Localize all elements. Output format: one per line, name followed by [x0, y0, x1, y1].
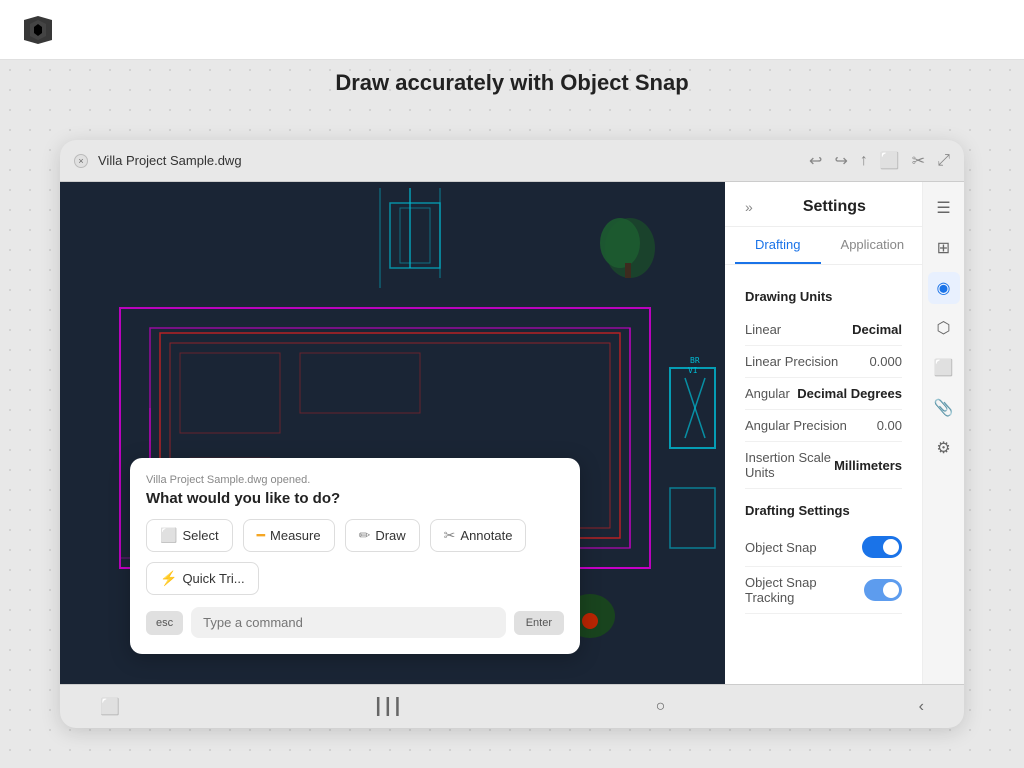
- layers-icon[interactable]: ⬡: [928, 312, 960, 344]
- circle-icon[interactable]: ○: [656, 698, 666, 716]
- quicktrim-icon: ⚡: [160, 570, 177, 587]
- popup-question: What would you like to do?: [146, 490, 564, 507]
- insertion-scale-row: Insertion Scale Units Millimeters: [745, 442, 902, 489]
- linear-value: Decimal: [852, 322, 902, 337]
- close-button[interactable]: ×: [74, 154, 88, 168]
- linear-label: Linear: [745, 322, 781, 337]
- page-title: Draw accurately with Object Snap: [0, 70, 1024, 96]
- back-icon[interactable]: ‹: [919, 698, 924, 716]
- angular-label: Angular: [745, 386, 790, 401]
- list-icon[interactable]: ☰: [928, 192, 960, 224]
- object-snap-tracking-toggle[interactable]: [864, 579, 902, 601]
- drafting-settings-title: Drafting Settings: [745, 503, 902, 518]
- card-content: LIVING ROOM 25'0"x15'0" BR VI: [60, 182, 964, 684]
- angular-precision-value: 0.00: [877, 418, 902, 433]
- measure-button[interactable]: ━ Measure: [243, 519, 335, 552]
- toolbar-icons: ↩ ↪ ↑ ⬜ ✂ ⤢: [809, 151, 950, 171]
- settings-title: Settings: [767, 198, 902, 216]
- draw-icon: ✏: [359, 527, 371, 544]
- card-filename: Villa Project Sample.dwg: [98, 153, 242, 168]
- linear-precision-value: 0.000: [869, 354, 902, 369]
- annotate-icon: ✂: [444, 527, 456, 544]
- save-icon[interactable]: ⬜: [880, 151, 900, 171]
- collapse-icon[interactable]: »: [745, 199, 753, 215]
- linear-precision-row: Linear Precision 0.000: [745, 346, 902, 378]
- crop-icon[interactable]: ✂: [912, 151, 925, 171]
- object-snap-row: Object Snap: [745, 528, 902, 567]
- quicktrim-label: Quick Tri...: [182, 571, 244, 586]
- undo-icon[interactable]: ↩: [809, 151, 822, 171]
- object-snap-toggle[interactable]: [862, 536, 902, 558]
- shapes-icon[interactable]: ⬜: [928, 352, 960, 384]
- popup-filename: Villa Project Sample.dwg opened.: [146, 474, 564, 486]
- autodesk-logo-icon: [20, 12, 56, 48]
- select-label: Select: [182, 528, 218, 543]
- enter-button[interactable]: Enter: [514, 611, 564, 635]
- select-button[interactable]: ⬜ Select: [146, 519, 233, 552]
- gear-icon[interactable]: ⚙: [928, 432, 960, 464]
- grid-icon[interactable]: ⊞: [928, 232, 960, 264]
- object-snap-label: Object Snap: [745, 540, 817, 555]
- right-sidebar: ☰ ⊞ ◉ ⬡ ⬜ 📎 ⚙: [922, 182, 964, 684]
- command-input[interactable]: [191, 607, 506, 638]
- angular-row: Angular Decimal Degrees: [745, 378, 902, 410]
- fullscreen-icon[interactable]: ⤢: [937, 152, 950, 170]
- settings-tabs: Drafting Application: [725, 227, 922, 265]
- quicktrim-button[interactable]: ⚡ Quick Tri...: [146, 562, 259, 595]
- drawing-units-title: Drawing Units: [745, 289, 902, 304]
- command-input-row: esc Enter: [146, 607, 564, 638]
- esc-button[interactable]: esc: [146, 611, 183, 635]
- settings-header: » Settings: [725, 182, 922, 227]
- eye-icon[interactable]: ◉: [928, 272, 960, 304]
- settings-body: Drawing Units Linear Decimal Linear Prec…: [725, 265, 922, 684]
- measure-label: Measure: [270, 528, 321, 543]
- linear-row: Linear Decimal: [745, 314, 902, 346]
- redo-icon[interactable]: ↪: [834, 151, 847, 171]
- insertion-scale-label: Insertion Scale Units: [745, 450, 834, 480]
- menu-icon[interactable]: ┃┃┃: [373, 697, 402, 717]
- tab-drafting[interactable]: Drafting: [735, 227, 821, 264]
- draw-button[interactable]: ✏ Draw: [345, 519, 420, 552]
- object-snap-tracking-row: Object Snap Tracking: [745, 567, 902, 614]
- command-popup: Villa Project Sample.dwg opened. What wo…: [130, 458, 580, 654]
- object-snap-tracking-label: Object Snap Tracking: [745, 575, 864, 605]
- card-title-bar: × Villa Project Sample.dwg ↩ ↪ ↑ ⬜ ✂ ⤢: [60, 140, 964, 182]
- angular-value: Decimal Degrees: [797, 386, 902, 401]
- draw-label: Draw: [375, 528, 405, 543]
- measure-icon: ━: [257, 527, 265, 544]
- angular-precision-row: Angular Precision 0.00: [745, 410, 902, 442]
- angular-precision-label: Angular Precision: [745, 418, 847, 433]
- annotate-label: Annotate: [460, 528, 512, 543]
- annotate-button[interactable]: ✂ Annotate: [430, 519, 527, 552]
- main-card: × Villa Project Sample.dwg ↩ ↪ ↑ ⬜ ✂ ⤢: [60, 140, 964, 728]
- svg-text:BR: BR: [690, 356, 700, 365]
- insertion-scale-value: Millimeters: [834, 458, 902, 473]
- svg-text:VI: VI: [688, 366, 698, 375]
- top-bar: [0, 0, 1024, 60]
- card-bottom-bar: ⬜ ┃┃┃ ○ ‹: [60, 684, 964, 728]
- home-icon[interactable]: ⬜: [100, 697, 120, 717]
- popup-actions: ⬜ Select ━ Measure ✏ Draw ✂ Annotate: [146, 519, 564, 595]
- cad-drawing-area: LIVING ROOM 25'0"x15'0" BR VI: [60, 182, 725, 684]
- settings-panel: » Settings Drafting Application Drawing …: [725, 182, 922, 684]
- tab-application[interactable]: Application: [821, 227, 922, 264]
- upload-icon[interactable]: ↑: [860, 152, 868, 170]
- attach-icon[interactable]: 📎: [928, 392, 960, 424]
- select-icon: ⬜: [160, 527, 177, 544]
- linear-precision-label: Linear Precision: [745, 354, 838, 369]
